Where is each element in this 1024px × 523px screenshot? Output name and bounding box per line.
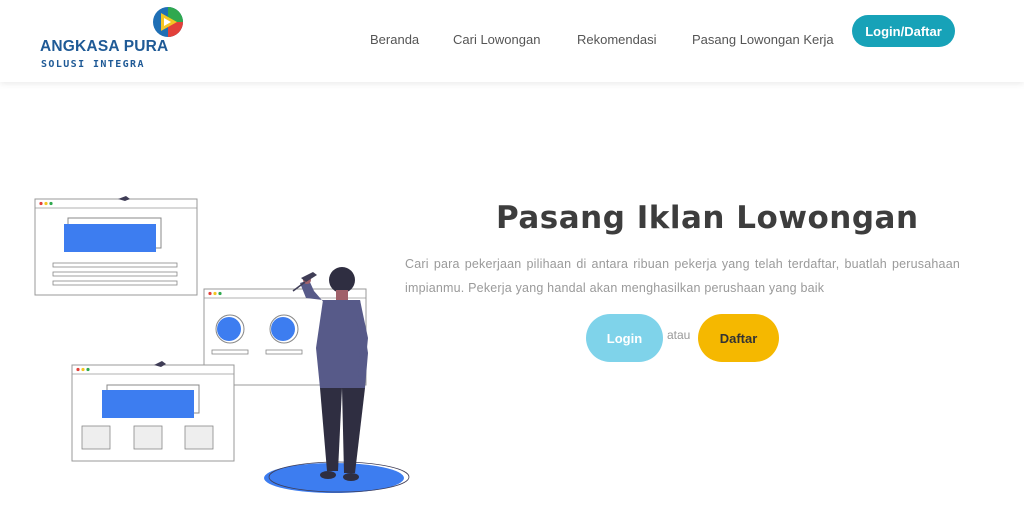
navbar: ANGKASA PURA SOLUSI INTEGRA Beranda Cari… — [0, 0, 1024, 82]
browser-window-illustration — [34, 196, 198, 296]
browser-window-illustration — [71, 361, 235, 462]
nav-link-pasang-lowongan[interactable]: Pasang Lowongan Kerja — [692, 32, 834, 47]
login-register-button[interactable]: Login/Daftar — [852, 15, 955, 47]
register-button[interactable]: Daftar — [698, 314, 779, 362]
hero-illustration — [34, 196, 410, 493]
brand-tagline: SOLUSI INTEGRA — [41, 59, 145, 70]
brand-logo[interactable]: ANGKASA PURA SOLUSI INTEGRA — [40, 6, 190, 76]
hero-description: Cari para pekerjaan pilihaan di antara r… — [405, 257, 960, 295]
brand-logo-icon — [153, 7, 183, 37]
nav-link-rekomendasi[interactable]: Rekomendasi — [577, 32, 657, 47]
brand-name: ANGKASA PURA — [40, 38, 169, 55]
or-label: atau — [667, 328, 691, 342]
nav-link-beranda[interactable]: Beranda — [370, 32, 419, 47]
hero-title: Pasang Iklan Lowongan — [496, 200, 919, 236]
nav-link-cari-lowongan[interactable]: Cari Lowongan — [453, 32, 540, 47]
login-button[interactable]: Login — [586, 314, 663, 362]
